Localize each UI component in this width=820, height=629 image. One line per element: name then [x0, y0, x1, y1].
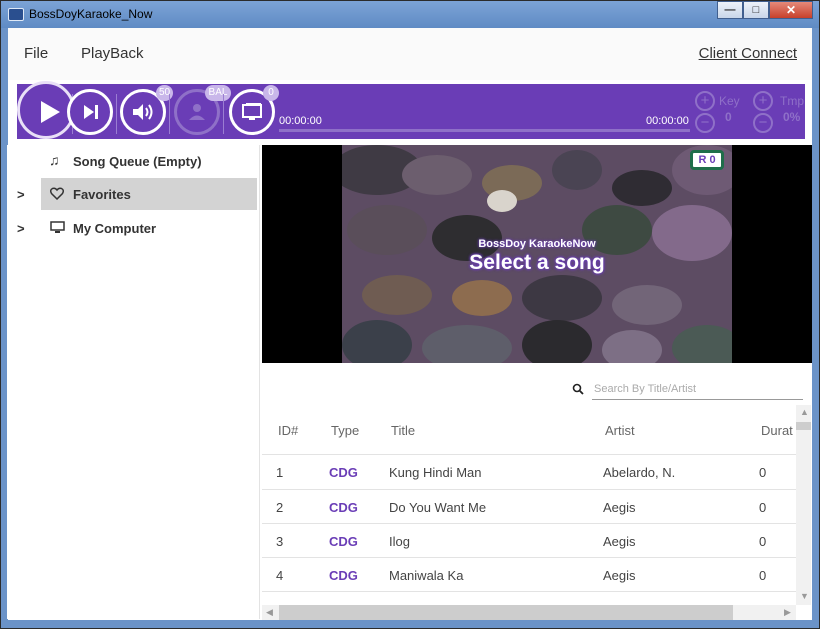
minimize-button[interactable]: — [717, 1, 743, 19]
sidebar-item-label: My Computer [73, 221, 157, 236]
tempo-down-button[interactable]: − [753, 113, 773, 133]
music-note-icon: ♫ [49, 152, 60, 168]
minimize-icon: — [724, 4, 736, 16]
search-icon [572, 383, 584, 395]
horizontal-scroll-thumb[interactable] [279, 605, 733, 620]
table-row[interactable]: 1 CDG Kung Hindi Man Abelardo, N. 0 [262, 455, 796, 489]
cell-duration: 0 [759, 534, 767, 549]
heart-icon [50, 187, 64, 200]
cell-id: 2 [276, 500, 284, 515]
rating-badge: R 0 [690, 150, 724, 170]
balance-badge: BAL [205, 85, 231, 101]
column-header-title[interactable]: Title [391, 423, 415, 438]
cell-type: CDG [329, 500, 358, 515]
app-icon [8, 8, 24, 21]
volume-icon [133, 104, 153, 120]
cell-duration: 0 [759, 500, 767, 515]
search-bar [570, 378, 803, 402]
maximize-icon: □ [752, 4, 760, 16]
scroll-down-icon[interactable]: ▼ [800, 591, 809, 601]
video-title: Select a song [469, 251, 605, 274]
row-divider [262, 591, 796, 592]
volume-badge: 50 [156, 85, 174, 101]
column-header-id[interactable]: ID# [278, 423, 298, 438]
cell-id: 3 [276, 534, 284, 549]
client-connect-link[interactable]: Client Connect [699, 45, 797, 62]
video-subtitle: BossDoy KaraokeNow [478, 238, 596, 250]
window-title: BossDoyKaraoke_Now [29, 7, 153, 21]
singer-icon [189, 104, 205, 120]
column-header-type[interactable]: Type [331, 423, 359, 438]
song-table: ID# Type Title Artist Durat 1 CDG Kung H… [262, 405, 796, 605]
cell-id: 1 [276, 465, 284, 480]
cell-title: Ilog [389, 534, 410, 549]
search-input[interactable] [592, 378, 803, 400]
monitor-icon [242, 103, 262, 120]
cell-artist: Aegis [603, 568, 636, 583]
progress-bar[interactable] [279, 129, 690, 132]
cell-title: Do You Want Me [389, 500, 487, 515]
monitor-icon [50, 221, 65, 233]
sidebar-item-my-computer[interactable]: My Computer [7, 212, 257, 244]
scroll-right-icon[interactable]: ▶ [784, 607, 791, 618]
cell-artist: Abelardo, N. [603, 465, 676, 480]
table-row[interactable]: 4 CDG Maniwala Ka Aegis 0 [262, 558, 796, 592]
next-button[interactable] [67, 89, 113, 135]
vertical-scrollbar[interactable]: ▲ ▼ [796, 405, 811, 605]
sidebar: ♫ Song Queue (Empty) > Favorites > My Co… [7, 145, 260, 619]
toolbar-divider [223, 94, 224, 134]
table-row[interactable]: 3 CDG Ilog Aegis 0 [262, 524, 796, 558]
sidebar-item-favorites[interactable]: Favorites [41, 178, 257, 210]
vertical-scroll-thumb[interactable] [796, 422, 811, 430]
cell-type: CDG [329, 534, 358, 549]
key-up-button[interactable]: + [695, 91, 715, 111]
tempo-label: Tmp [780, 94, 804, 108]
cell-id: 4 [276, 568, 284, 583]
key-down-button[interactable]: − [695, 113, 715, 133]
key-label: Key [719, 94, 740, 108]
cell-title: Maniwala Ka [389, 568, 464, 583]
sidebar-item-label: Favorites [73, 187, 131, 202]
sidebar-item-song-queue[interactable]: ♫ Song Queue (Empty) [7, 145, 257, 177]
time-total: 00:00:00 [646, 115, 689, 127]
window-controls: — □ ✕ [717, 1, 813, 19]
display-badge: 0 [263, 85, 279, 101]
scroll-left-icon[interactable]: ◀ [266, 607, 273, 618]
cell-artist: Aegis [603, 534, 636, 549]
tempo-value: 0% [783, 110, 801, 124]
cell-type: CDG [329, 465, 358, 480]
menu-file[interactable]: File [24, 45, 48, 62]
tempo-up-button[interactable]: + [753, 91, 773, 111]
sidebar-item-label: Song Queue (Empty) [73, 154, 202, 169]
toolbar-divider [116, 94, 117, 134]
key-value: 0 [725, 110, 732, 124]
video-preview: R 0 BossDoy KaraokeNow Select a song [262, 145, 812, 363]
close-button[interactable]: ✕ [769, 1, 813, 19]
maximize-button[interactable]: □ [743, 1, 769, 19]
expand-favorites-icon[interactable]: > [17, 187, 25, 202]
cell-duration: 0 [759, 568, 767, 583]
scroll-up-icon[interactable]: ▲ [800, 407, 809, 417]
play-icon [41, 101, 60, 123]
column-header-artist[interactable]: Artist [605, 423, 635, 438]
menu-playback[interactable]: PlayBack [81, 45, 144, 62]
cell-type: CDG [329, 568, 358, 583]
skip-next-icon [84, 105, 98, 119]
cell-duration: 0 [759, 465, 767, 480]
column-header-duration[interactable]: Durat [761, 423, 793, 438]
toolbar-divider [169, 94, 170, 134]
time-elapsed: 00:00:00 [279, 115, 322, 127]
close-icon: ✕ [785, 3, 797, 17]
cell-title: Kung Hindi Man [389, 465, 482, 480]
cell-artist: Aegis [603, 500, 636, 515]
menu-bar: File PlayBack Client Connect [8, 28, 812, 80]
title-bar[interactable]: BossDoyKaraoke_Now — □ ✕ [1, 1, 819, 28]
table-row[interactable]: 2 CDG Do You Want Me Aegis 0 [262, 490, 796, 524]
